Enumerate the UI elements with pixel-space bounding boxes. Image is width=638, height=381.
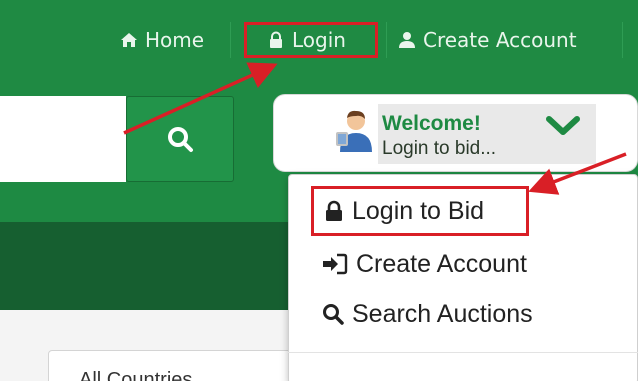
search-button[interactable] xyxy=(126,96,234,182)
sign-in-icon xyxy=(323,253,348,275)
country-select[interactable]: All Countries xyxy=(48,350,308,381)
dropdown-create-account-label: Create Account xyxy=(356,249,527,278)
home-icon xyxy=(121,33,137,47)
dropdown-divider xyxy=(288,352,638,353)
nav-divider xyxy=(230,22,231,58)
nav-login-label: Login xyxy=(292,28,346,52)
search-icon xyxy=(168,127,193,152)
welcome-title: Welcome! xyxy=(382,112,481,135)
dropdown-login-to-bid[interactable]: Login to Bid xyxy=(311,186,529,236)
lock-icon xyxy=(326,200,342,221)
nav-create-account-label: Create Account xyxy=(423,28,577,52)
user-avatar-icon xyxy=(336,110,372,152)
chevron-down-icon[interactable] xyxy=(546,114,580,138)
search-input[interactable] xyxy=(0,96,126,182)
search-icon xyxy=(323,304,344,325)
nav-home-link[interactable]: Home xyxy=(120,22,204,58)
dropdown-search-auctions[interactable]: Search Auctions xyxy=(322,294,533,334)
user-icon xyxy=(399,32,415,48)
nav-divider xyxy=(622,22,623,58)
dropdown-login-label: Login to Bid xyxy=(352,196,485,225)
nav-create-account-link[interactable]: Create Account xyxy=(398,22,577,58)
country-select-value: All Countries xyxy=(79,369,193,381)
dropdown-search-auctions-label: Search Auctions xyxy=(352,299,533,328)
welcome-subtitle: Login to bid... xyxy=(382,138,497,159)
nav-divider xyxy=(386,22,387,58)
nav-login-link[interactable]: Login xyxy=(244,22,378,58)
nav-home-label: Home xyxy=(145,28,205,52)
lock-icon xyxy=(270,31,282,48)
dropdown-create-account[interactable]: Create Account xyxy=(322,244,527,284)
